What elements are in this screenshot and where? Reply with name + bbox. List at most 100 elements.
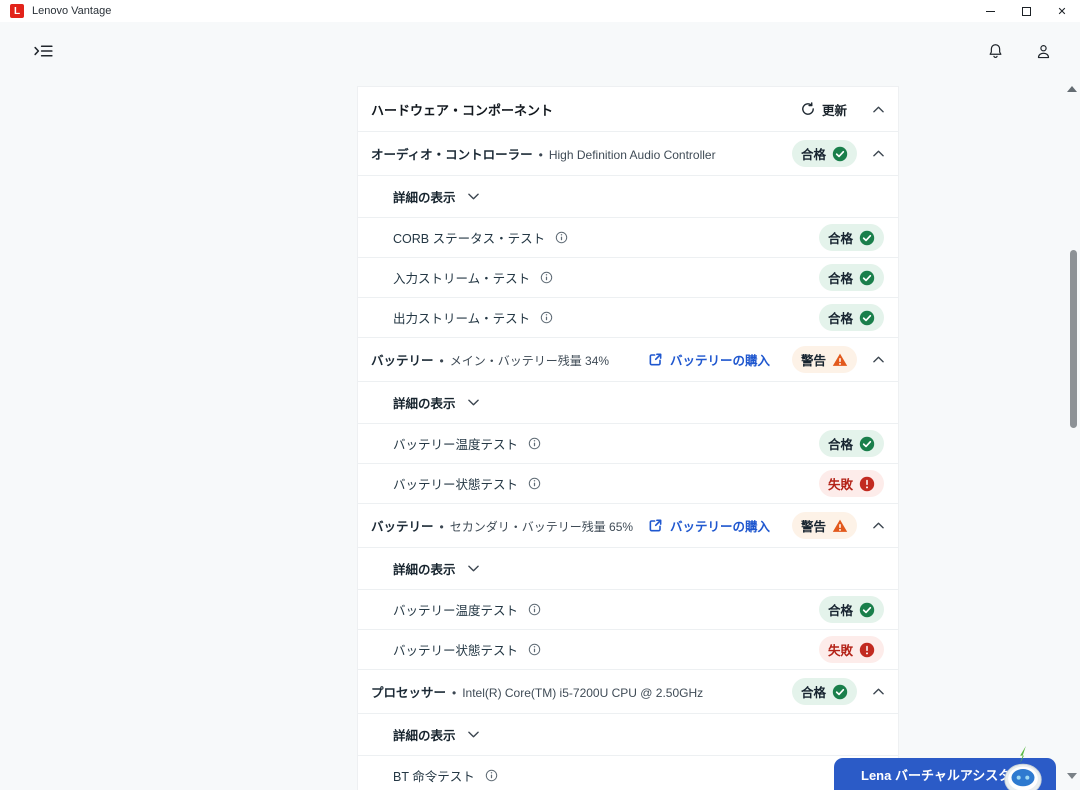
component-subtitle: Intel(R) Core(TM) i5-7200U CPU @ 2.50GHz xyxy=(462,686,704,700)
buy-battery-label: バッテリーの購入 xyxy=(669,354,770,368)
info-button[interactable] xyxy=(485,769,498,782)
component-subtitle: セカンダリ・バッテリー残量 65% xyxy=(449,520,634,534)
panel-collapse-button[interactable] xyxy=(873,106,884,113)
main-content: ハードウェア・コンポーネント 更新 オーディオ・コントローラー • High D… xyxy=(0,80,1080,790)
error-circle-icon xyxy=(859,476,875,491)
notifications-button[interactable] xyxy=(980,36,1010,66)
warning-triangle-icon xyxy=(832,519,848,532)
info-button[interactable] xyxy=(540,311,553,324)
separator-dot: • xyxy=(538,148,543,162)
status-label: 合格 xyxy=(827,272,853,286)
refresh-label: 更新 xyxy=(821,103,847,118)
test-row: バッテリー温度テスト 合格 xyxy=(358,424,898,464)
details-row: 詳細の表示 xyxy=(358,548,898,590)
info-icon xyxy=(528,603,541,616)
test-name: バッテリー状態テスト xyxy=(393,478,519,492)
test-name: BT 命令テスト xyxy=(393,770,475,784)
test-name: CORB ステータス・テスト xyxy=(393,232,546,246)
status-label: 警告 xyxy=(800,354,826,368)
details-toggle[interactable]: 詳細の表示 xyxy=(393,559,479,578)
buy-battery-link[interactable]: バッテリーの購入 xyxy=(648,350,770,369)
status-badge: 合格 xyxy=(818,224,884,251)
details-label: 詳細の表示 xyxy=(393,563,456,577)
check-circle-icon xyxy=(859,310,875,325)
status-label: 合格 xyxy=(827,312,853,326)
test-name: 出力ストリーム・テスト xyxy=(393,312,531,326)
info-button[interactable] xyxy=(540,271,553,284)
maximize-icon xyxy=(1021,6,1031,16)
details-toggle[interactable]: 詳細の表示 xyxy=(393,725,479,744)
info-button[interactable] xyxy=(528,603,541,616)
account-button[interactable] xyxy=(1028,36,1058,66)
component-collapse-button[interactable] xyxy=(873,356,884,363)
details-label: 詳細の表示 xyxy=(393,729,456,743)
separator-dot: • xyxy=(439,520,444,534)
component-title: オーディオ・コントローラー xyxy=(371,148,533,162)
scrollbar-up-arrow[interactable] xyxy=(1067,86,1077,92)
check-circle-icon xyxy=(832,684,848,699)
info-button[interactable] xyxy=(555,231,568,244)
check-circle-icon xyxy=(859,436,875,451)
component-title: バッテリー xyxy=(371,354,434,368)
chevron-down-icon xyxy=(467,193,479,200)
close-button[interactable]: ✕ xyxy=(1044,0,1080,22)
component-row-processor[interactable]: プロセッサー • Intel(R) Core(TM) i5-7200U CPU … xyxy=(358,670,898,714)
component-row-battery-secondary[interactable]: バッテリー • セカンダリ・バッテリー残量 65% バッテリーの購入 警告 xyxy=(358,504,898,548)
test-name: バッテリー温度テスト xyxy=(393,604,519,618)
details-label: 詳細の表示 xyxy=(393,397,456,411)
lena-assistant-button[interactable]: Lena バーチャルアシスタント xyxy=(834,746,1056,790)
minimize-button[interactable] xyxy=(972,0,1008,22)
buy-battery-label: バッテリーの購入 xyxy=(669,520,770,534)
component-subtitle: メイン・バッテリー残量 34% xyxy=(449,354,610,368)
external-link-icon xyxy=(649,519,662,532)
info-button[interactable] xyxy=(528,437,541,450)
status-badge: 合格 xyxy=(791,678,857,705)
component-collapse-button[interactable] xyxy=(873,522,884,529)
error-circle-icon xyxy=(859,642,875,657)
test-row: バッテリー状態テスト 失敗 xyxy=(358,464,898,504)
details-toggle[interactable]: 詳細の表示 xyxy=(393,393,479,412)
status-label: 失敗 xyxy=(827,478,853,492)
maximize-button[interactable] xyxy=(1008,0,1044,22)
window-title: Lenovo Vantage xyxy=(32,5,112,17)
details-toggle[interactable]: 詳細の表示 xyxy=(393,187,479,206)
component-row-battery-main[interactable]: バッテリー • メイン・バッテリー残量 34% バッテリーの購入 警告 xyxy=(358,338,898,382)
window-titlebar: L Lenovo Vantage ✕ xyxy=(0,0,1080,22)
component-collapse-button[interactable] xyxy=(873,150,884,157)
status-badge: 警告 xyxy=(791,512,857,539)
test-row: BT 命令テスト xyxy=(358,756,898,790)
component-subtitle: High Definition Audio Controller xyxy=(548,148,716,162)
sidebar-menu-icon xyxy=(33,45,53,57)
minimize-icon xyxy=(985,10,995,12)
menu-toggle-button[interactable] xyxy=(28,36,58,66)
status-badge: 合格 xyxy=(818,430,884,457)
info-button[interactable] xyxy=(528,477,541,490)
component-collapse-button[interactable] xyxy=(873,688,884,695)
test-row: 入力ストリーム・テスト 合格 xyxy=(358,258,898,298)
component-title: バッテリー xyxy=(371,520,434,534)
test-name: バッテリー温度テスト xyxy=(393,438,519,452)
hardware-components-panel: ハードウェア・コンポーネント 更新 オーディオ・コントローラー • High D… xyxy=(357,86,899,790)
scrollbar-thumb[interactable] xyxy=(1070,250,1077,428)
robot-icon xyxy=(1004,746,1042,790)
details-row: 詳細の表示 xyxy=(358,176,898,218)
check-circle-icon xyxy=(859,270,875,285)
person-icon xyxy=(1037,44,1049,58)
status-badge: 失敗 xyxy=(818,636,884,663)
chevron-up-icon xyxy=(873,522,884,529)
component-row-audio[interactable]: オーディオ・コントローラー • High Definition Audio Co… xyxy=(358,132,898,176)
status-label: 合格 xyxy=(800,686,826,700)
test-name: 入力ストリーム・テスト xyxy=(393,272,531,286)
panel-header: ハードウェア・コンポーネント 更新 xyxy=(358,87,898,132)
buy-battery-link[interactable]: バッテリーの購入 xyxy=(648,516,770,535)
test-row: バッテリー状態テスト 失敗 xyxy=(358,630,898,670)
info-button[interactable] xyxy=(528,643,541,656)
refresh-button[interactable]: 更新 xyxy=(801,100,847,119)
scrollbar-down-arrow[interactable] xyxy=(1067,773,1077,779)
status-badge: 合格 xyxy=(791,140,857,167)
status-label: 合格 xyxy=(827,438,853,452)
bell-icon xyxy=(989,43,1001,58)
refresh-icon xyxy=(802,102,814,115)
status-label: 警告 xyxy=(800,520,826,534)
separator-dot: • xyxy=(439,354,444,368)
